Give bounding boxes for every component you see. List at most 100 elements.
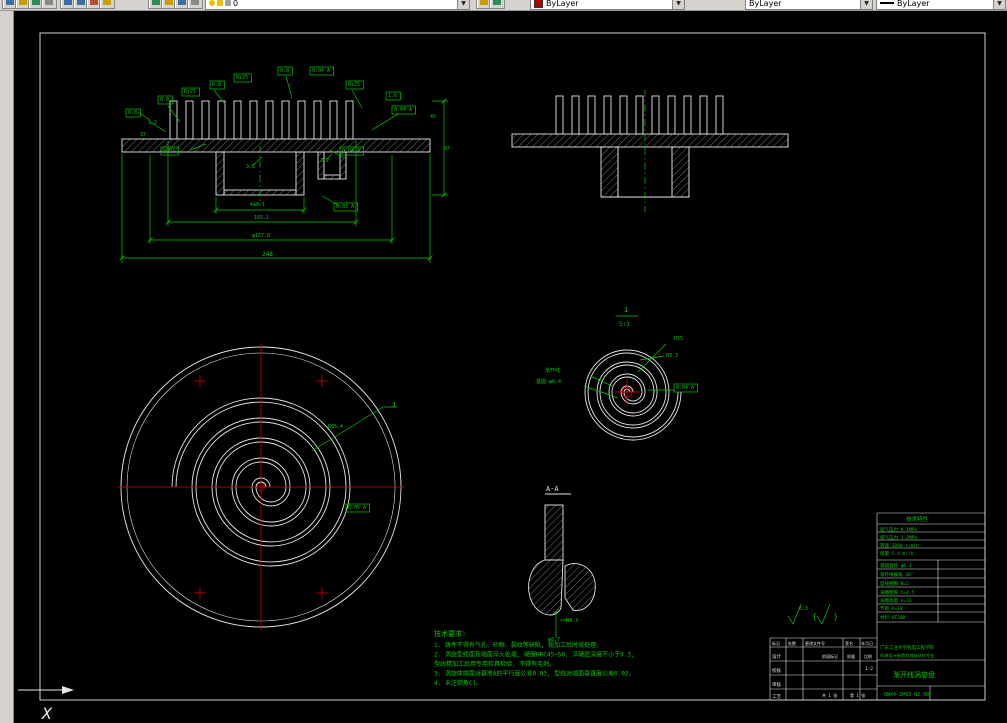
svg-text:97: 97 [444, 146, 450, 152]
lineweight-sample-icon [880, 2, 894, 4]
svg-text:1. 铸件不得有气孔、砂眼、裂纹等缺陷, 粗加工后时效处理。: 1. 铸件不得有气孔、砂眼、裂纹等缺陷, 粗加工后时效处理。 [434, 641, 602, 649]
svg-text:型线圈数 N=5: 型线圈数 N=5 [880, 580, 909, 587]
svg-text:工艺: 工艺 [772, 694, 781, 700]
scroll-plan-view [118, 344, 404, 630]
svg-text:质量: 质量 [847, 653, 855, 659]
svg-text:1: 1 [392, 401, 396, 409]
svg-text:0.03 A: 0.03 A [336, 204, 354, 210]
svg-text:涡圈壁厚 t=4.5: 涡圈壁厚 t=4.5 [880, 589, 915, 596]
drawing-frame [39, 32, 986, 701]
section-a-a-detail [528, 493, 596, 638]
layer-freeze-sun-icon [217, 0, 223, 6]
layer-lock-icon [225, 0, 231, 6]
svg-text:4±0.1: 4±0.1 [250, 202, 265, 208]
layer-dropdown[interactable]: 0 ▼ [205, 0, 470, 10]
linetype-value: ByLayer [749, 0, 782, 8]
svg-text:248: 248 [262, 251, 273, 258]
color-value: ByLayer [546, 0, 579, 8]
svg-text:处数: 处数 [788, 640, 796, 646]
surface-roughness-note [787, 603, 831, 625]
chevron-down-icon[interactable]: ▼ [993, 0, 1005, 9]
cad-drawing[interactable]: 技术要求: 1. 铸件不得有气孔、砂眼、裂纹等缺陷, 粗加工后时效处理。 2. 涡旋… [0, 0, 1007, 723]
svg-text:节距 P=18: 节距 P=18 [880, 606, 903, 612]
chevron-down-icon[interactable]: ▼ [672, 0, 684, 9]
spiral-detail-view [583, 315, 682, 441]
section-view-side [511, 90, 789, 212]
layer-on-bulb-icon [209, 0, 215, 6]
svg-text:Rz25: Rz25 [348, 82, 360, 88]
linetype-dropdown[interactable]: ByLayer ▼ [745, 0, 873, 10]
svg-text:5:1: 5:1 [619, 321, 630, 328]
zoom-icon[interactable] [99, 0, 115, 9]
svg-text:机械设计制造及其自动化专业: 机械设计制造及其自动化专业 [880, 652, 934, 659]
svg-text:0.8: 0.8 [160, 97, 169, 103]
svg-text:排量 5.4 m³/h: 排量 5.4 m³/h [880, 550, 914, 557]
svg-text:Rz25: Rz25 [236, 75, 248, 81]
svg-text:设计: 设计 [772, 653, 781, 660]
svg-text:6.3: 6.3 [799, 606, 808, 612]
match-props-icon[interactable] [489, 0, 505, 9]
svg-text:0.04 A: 0.04 A [676, 385, 694, 391]
svg-text:0.8: 0.8 [280, 68, 289, 74]
svg-text:0.8: 0.8 [212, 82, 221, 88]
color-swatch-icon [534, 0, 543, 8]
svg-text:3.2: 3.2 [246, 164, 255, 170]
svg-text:材料 HT200: 材料 HT200 [880, 614, 906, 621]
svg-text:渐开线: 渐开线 [545, 367, 560, 374]
svg-text:型线精加工后用专用检具检验, 不得有毛刺。: 型线精加工后用专用检具检验, 不得有毛刺。 [434, 660, 555, 668]
svg-text:2. 涡旋型线面及端面淬火处理, 硬度HRC45~50, 淬: 2. 涡旋型线面及端面淬火处理, 硬度HRC45~50, 淬硬层深度不小于0.3… [434, 651, 635, 659]
current-layer-value: 0 [233, 0, 239, 8]
svg-text:排气压力 1.2MPa: 排气压力 1.2MPa [880, 534, 917, 541]
ucs-icon: X [18, 686, 74, 723]
svg-text:φ157.8: φ157.8 [252, 233, 270, 239]
svg-text:基圆直径 φ6.4: 基圆直径 φ6.4 [880, 562, 912, 569]
svg-text:吸气压力 0.1MPa: 吸气压力 0.1MPa [880, 526, 917, 533]
top-toolbar: 0 ▼ ByLayer ▼ ByLayer ▼ ByLayer ▼ [0, 0, 1007, 11]
svg-text:0.05 A: 0.05 A [348, 505, 366, 511]
svg-text:比例: 比例 [864, 653, 872, 659]
svg-text:1:2: 1:2 [865, 666, 873, 672]
svg-text:技术要求:: 技术要求: [434, 629, 466, 638]
svg-text:年月日: 年月日 [861, 640, 873, 646]
svg-text:(: ( [812, 613, 817, 623]
dimension-annotations: 0.8 Rz25 0.8 Rz25 0.8 0.04 A Rz25 1.6 0.04 A 0.8 φ… [125, 66, 935, 700]
svg-text:涡圈高度 h=33: 涡圈高度 h=33 [880, 597, 912, 604]
svg-text:A-A: A-A [546, 485, 559, 493]
svg-text:φ8.7: φ8.7 [548, 637, 560, 643]
svg-text:1: 1 [624, 306, 628, 314]
lineweight-dropdown[interactable]: ByLayer ▼ [876, 0, 1006, 10]
svg-text:标记: 标记 [772, 640, 780, 646]
svg-text:3. 涡旋体端面对基准A的平行度公差0.03, 型线对端面垂: 3. 涡旋体端面对基准A的平行度公差0.03, 型线对端面垂直度公差0.02。 [434, 670, 635, 678]
svg-text:R3.3: R3.3 [566, 618, 578, 624]
svg-text:37: 37 [140, 132, 146, 138]
svg-text:基圆 φ6.4: 基圆 φ6.4 [536, 378, 561, 385]
svg-text:4. 未注倒角C1。: 4. 未注倒角C1。 [434, 679, 482, 687]
color-dropdown[interactable]: ByLayer ▼ [530, 0, 685, 10]
svg-text:Rz25: Rz25 [184, 89, 196, 95]
svg-text:校核: 校核 [772, 667, 781, 674]
svg-text:0.8: 0.8 [128, 110, 137, 116]
svg-text:): ) [833, 613, 838, 623]
lineweight-value: ByLayer [897, 0, 930, 8]
layer-prev-icon[interactable] [187, 0, 203, 9]
svg-text:1.6: 1.6 [388, 93, 397, 99]
svg-text:0.04 A: 0.04 A [312, 68, 330, 74]
svg-text:3.2: 3.2 [148, 120, 157, 126]
technical-notes: 技术要求: 1. 铸件不得有气孔、砂眼、裂纹等缺陷, 粗加工后时效处理。 2. 涡旋… [434, 629, 635, 687]
svg-text:渐开线涡旋盘: 渐开线涡旋盘 [893, 670, 935, 679]
svg-text:QWX4-JP03-02.00: QWX4-JP03-02.00 [884, 692, 929, 698]
svg-text:0.04 A: 0.04 A [342, 148, 360, 154]
svg-text:45: 45 [430, 114, 436, 120]
chevron-down-icon[interactable]: ▼ [860, 0, 872, 9]
print-icon[interactable] [41, 0, 57, 9]
left-window-border [0, 10, 14, 723]
chevron-down-icon[interactable]: ▼ [457, 0, 469, 9]
svg-text:审核: 审核 [772, 681, 781, 688]
svg-text:R85.4: R85.4 [328, 424, 343, 430]
svg-text:广东工业大学机电工程学院: 广东工业大学机电工程学院 [880, 644, 934, 651]
svg-text:第 1 张: 第 1 张 [850, 692, 865, 698]
svg-text:转速 2880 r/min: 转速 2880 r/min [880, 542, 919, 549]
svg-text:技术特性: 技术特性 [906, 515, 929, 523]
svg-text:R55: R55 [674, 336, 683, 342]
svg-text:165.1: 165.1 [254, 215, 269, 221]
